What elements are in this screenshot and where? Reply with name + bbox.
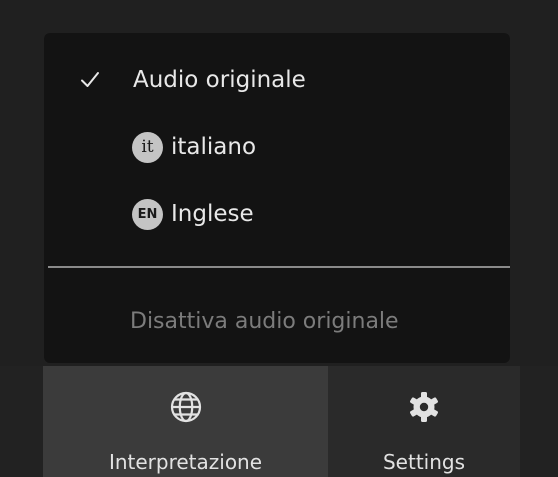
menu-item-original-audio[interactable]: Audio originale (44, 55, 510, 105)
language-badge-it: it (132, 131, 163, 163)
language-label-english: Inglese (171, 201, 254, 227)
meeting-toolbar: Interpretazione Settings (0, 366, 558, 477)
language-badge-en: EN (132, 198, 163, 230)
disable-original-audio-label: Disattiva audio originale (130, 309, 399, 334)
menu-divider (48, 266, 510, 268)
settings-label: Settings (382, 450, 466, 474)
interpretation-button[interactable]: Interpretazione (43, 366, 328, 477)
checkmark-icon (81, 72, 99, 87)
globe-icon (170, 391, 201, 423)
original-audio-label: Audio originale (133, 67, 306, 93)
interpretation-menu: Audio originale it italiano EN Inglese D… (44, 33, 510, 363)
language-label-italian: italiano (171, 134, 257, 160)
interpretation-label: Interpretazione (108, 450, 263, 474)
disable-original-audio-button[interactable]: Disattiva audio originale (44, 303, 510, 345)
menu-item-language-english[interactable]: EN Inglese (44, 189, 510, 239)
gear-icon (410, 392, 438, 422)
interpretation-panel: Audio originale it italiano EN Inglese D… (0, 0, 558, 477)
menu-item-language-italian[interactable]: it italiano (44, 122, 510, 172)
settings-button[interactable]: Settings (328, 366, 520, 477)
